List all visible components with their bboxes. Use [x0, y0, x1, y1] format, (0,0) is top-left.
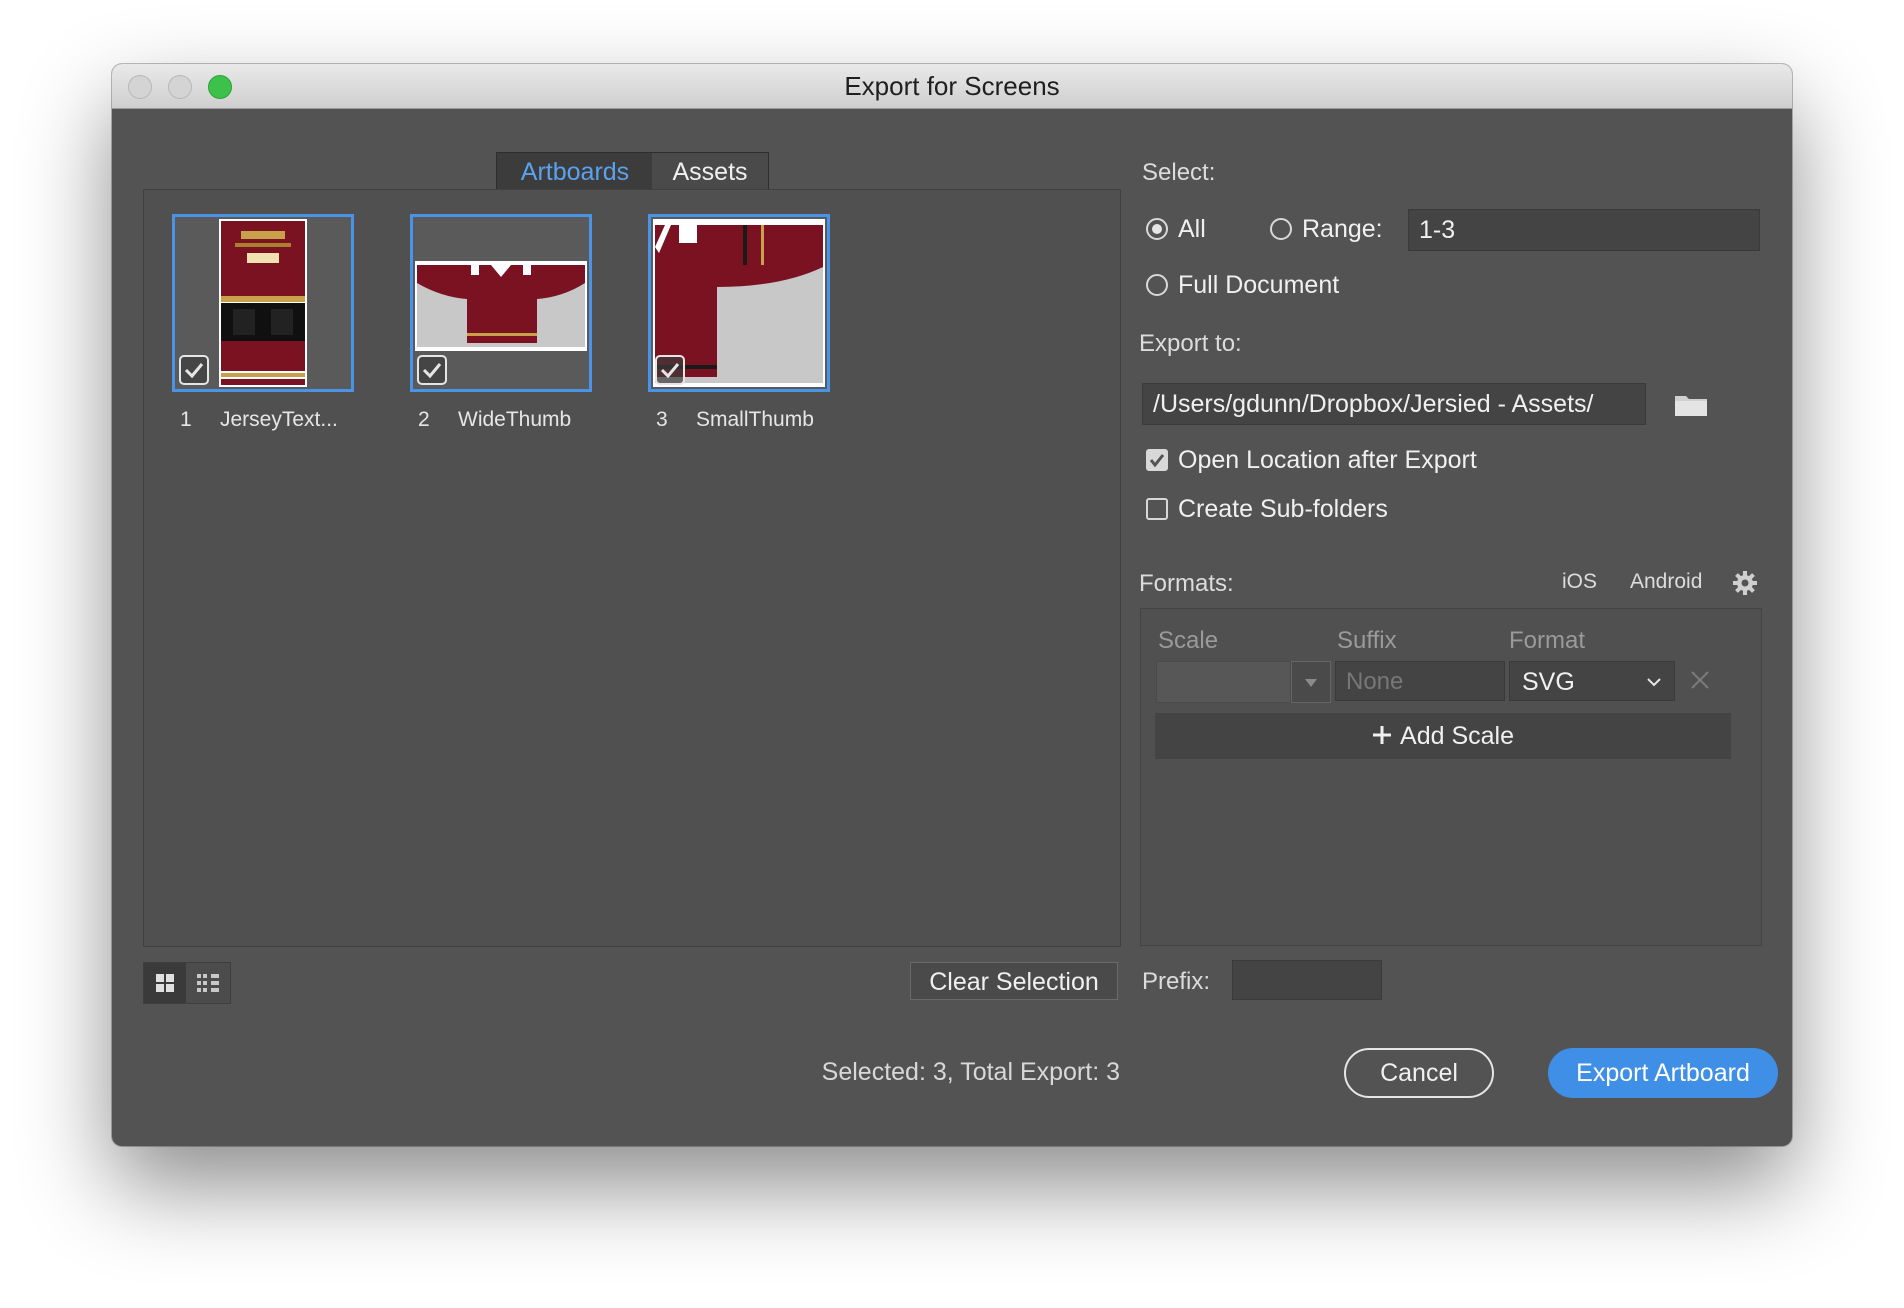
grid-view-button[interactable] [144, 963, 186, 1003]
window-title: Export for Screens [844, 71, 1060, 101]
artboard-3-label: 3 SmallThumb [656, 408, 814, 432]
artboard-thumbnail-3[interactable] [648, 214, 830, 392]
select-range-label: Range: [1302, 215, 1383, 243]
artboard-1-label: 1 JerseyText... [180, 408, 338, 432]
prefix-label: Prefix: [1142, 968, 1211, 995]
artboard-3-name: SmallThumb [696, 408, 814, 431]
clear-selection-button[interactable]: Clear Selection [910, 962, 1118, 1000]
artboard-2-label: 2 WideThumb [418, 408, 571, 432]
artboard-1-number: 1 [180, 408, 192, 431]
export-dialog: Export for Screens Artboards Assets 1 Je… [112, 64, 1792, 1146]
select-all-label: All [1178, 215, 1206, 243]
formats-table: Scale Suffix Format None SVG Add Scale [1140, 608, 1762, 946]
suffix-input[interactable]: None [1335, 661, 1505, 701]
export-path-field[interactable]: /Users/gdunn/Dropbox/Jersied - Assets/ [1142, 383, 1646, 425]
open-location-checkbox[interactable] [1146, 449, 1168, 471]
artboard-1-checkbox[interactable] [179, 355, 209, 385]
full-document-label: Full Document [1178, 271, 1340, 299]
artboard-2-checkbox[interactable] [417, 355, 447, 385]
format-select-value: SVG [1522, 668, 1575, 696]
selection-status: Selected: 3, Total Export: 3 [821, 1058, 1120, 1086]
checkmark-icon [184, 363, 204, 379]
sub-folders-label: Create Sub-folders [1178, 495, 1388, 523]
checkmark-icon [422, 363, 442, 379]
range-input[interactable]: 1-3 [1408, 209, 1760, 251]
suffix-column-header: Suffix [1337, 627, 1397, 654]
artboard-2-name: WideThumb [458, 408, 572, 431]
artboard-3-number: 3 [656, 408, 668, 431]
artboard-1-name: JerseyText... [220, 408, 338, 431]
select-label: Select: [1142, 159, 1216, 186]
artboard-3-checkbox[interactable] [655, 355, 685, 385]
list-view-button[interactable] [187, 963, 229, 1003]
checkmark-icon [660, 363, 680, 379]
folder-icon [1675, 396, 1707, 416]
checkmark-icon [1149, 454, 1165, 468]
add-scale-label: Add Scale [1400, 722, 1514, 750]
tab-assets[interactable]: Assets [652, 152, 769, 191]
scale-dropdown-button[interactable] [1291, 661, 1331, 703]
select-range-radio[interactable] [1270, 218, 1292, 240]
scale-column-header: Scale [1158, 627, 1219, 654]
export-to-label: Export to: [1139, 330, 1242, 357]
list-view-icon [197, 974, 219, 992]
gear-icon [1733, 571, 1757, 595]
format-column-header: Format [1509, 627, 1586, 654]
scale-input[interactable] [1156, 661, 1291, 703]
artboard-thumbnail-1[interactable] [172, 214, 354, 392]
ios-preset-button[interactable]: iOS [1562, 570, 1597, 594]
format-select[interactable]: SVG [1509, 661, 1675, 701]
add-scale-button[interactable]: Add Scale [1155, 713, 1731, 759]
tab-artboards[interactable]: Artboards [496, 152, 654, 191]
view-toggle [143, 962, 231, 1004]
open-location-label: Open Location after Export [1178, 446, 1477, 474]
artboard-2-number: 2 [418, 408, 430, 431]
cancel-button[interactable]: Cancel [1344, 1048, 1494, 1098]
full-document-radio[interactable] [1146, 274, 1168, 296]
plus-icon [1373, 726, 1392, 744]
formats-label: Formats: [1139, 570, 1234, 597]
triangle-down-icon [1305, 679, 1317, 687]
artboards-panel: 1 JerseyText... 2 WideThumb 3 SmallThumb [143, 189, 1121, 947]
android-preset-button[interactable]: Android [1630, 570, 1702, 594]
prefix-input[interactable] [1232, 960, 1382, 1000]
export-artboard-button[interactable]: Export Artboard [1548, 1048, 1778, 1098]
title-bar: Export for Screens [112, 64, 1792, 109]
select-all-radio[interactable] [1146, 218, 1168, 240]
grid-view-icon [156, 974, 174, 992]
remove-scale-button[interactable] [1687, 667, 1713, 693]
sub-folders-checkbox[interactable] [1146, 498, 1168, 520]
chevron-down-icon [1647, 678, 1661, 687]
format-settings-button[interactable] [1732, 570, 1758, 596]
artboard-thumbnail-2[interactable] [410, 214, 592, 392]
browse-folder-button[interactable] [1672, 388, 1710, 420]
close-icon [1691, 671, 1709, 689]
